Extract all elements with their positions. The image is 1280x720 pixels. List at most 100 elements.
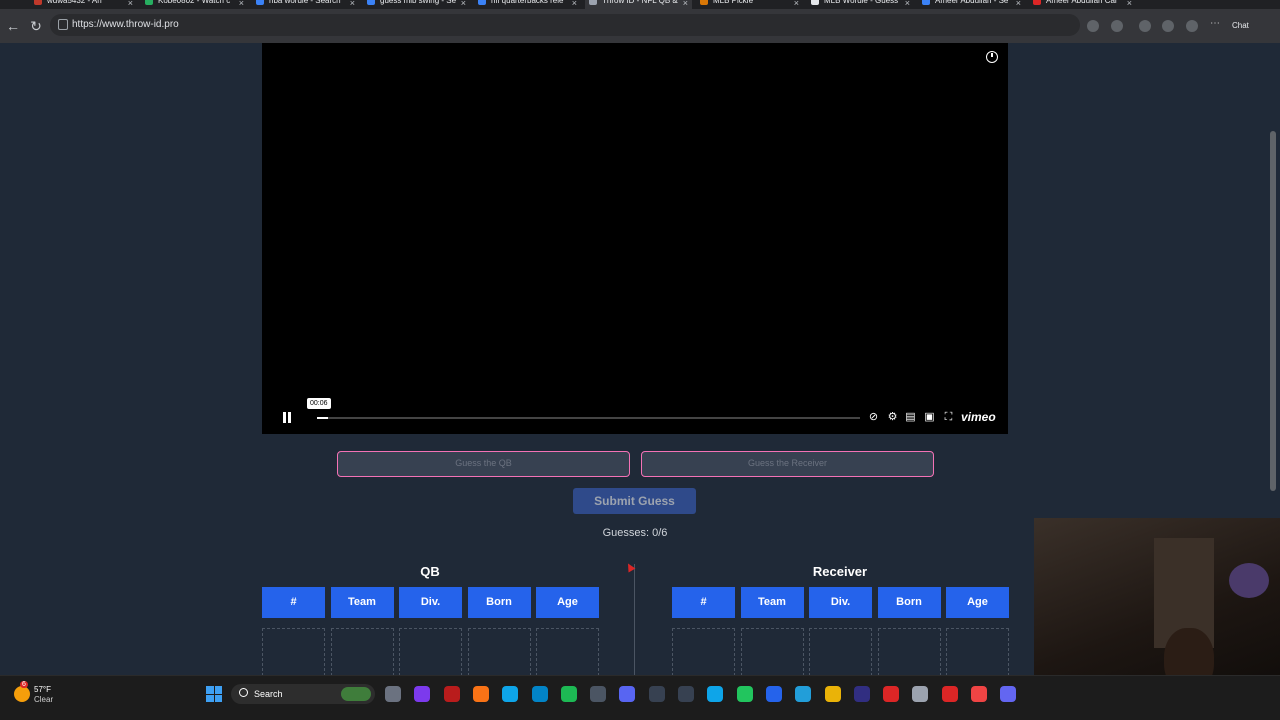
receiver-empty-cell (740, 628, 804, 676)
tab-close-icon[interactable]: × (794, 0, 799, 8)
menu-app-icon[interactable] (590, 686, 607, 702)
tab-favicon-icon (811, 0, 819, 5)
taskbar-search[interactable]: Search (231, 684, 375, 704)
browser-toolbar: ← ↻ https://www.throw-id.pro ⋯ Chat (0, 9, 1280, 43)
browser-tab[interactable]: MLB Wordle - Guess × (807, 0, 914, 9)
browser-tab[interactable]: MLB Pickle × (696, 0, 803, 9)
cast-icon[interactable]: ▤ (905, 412, 916, 423)
weather-condition[interactable]: Clear (34, 695, 53, 704)
tab-favicon-icon (1033, 0, 1041, 5)
qb-column-header: Div. (399, 587, 462, 618)
extension-icon[interactable] (1087, 20, 1099, 32)
tab-label: Kobe0802 - Watch c (158, 0, 231, 5)
steam-icon[interactable] (912, 686, 929, 702)
browser-tab[interactable]: nba wordle - Search × (252, 0, 359, 9)
receiver-column-header: # (672, 587, 735, 618)
store-icon[interactable] (765, 686, 782, 702)
tab-close-icon[interactable]: × (905, 0, 910, 8)
taskbar: 6 57°F Clear Search (0, 675, 1280, 720)
youtube-icon[interactable] (971, 686, 987, 702)
news-icon[interactable] (443, 686, 460, 702)
pause-icon[interactable] (282, 412, 292, 423)
video-player[interactable]: 00:06 ⊘ ⚙ ▤ ▣ ⛶ vimeo (262, 43, 1008, 434)
qb-guess-input[interactable]: Guess the QB (337, 451, 630, 477)
qb-column-header: Age (536, 587, 599, 618)
more-menu-icon[interactable]: ⋯ (1210, 19, 1222, 32)
browser-tab[interactable]: Ameer Abdullah Car × (1029, 0, 1136, 9)
folder-icon[interactable] (824, 686, 841, 702)
browser-tab[interactable]: guess mlb swing - Se × (363, 0, 470, 9)
tab-label: MLB Wordle - Guess (824, 0, 899, 5)
browser-tab[interactable]: Throw ID - NFL QB & × (585, 0, 692, 9)
weather-badge: 6 (20, 681, 28, 688)
browser-tab[interactable]: Kobe0802 - Watch c × (141, 0, 248, 9)
refresh-extension-icon[interactable] (1111, 20, 1123, 32)
settings-icon[interactable]: ⚙ (887, 412, 898, 423)
tab-label: MLB Pickle (713, 0, 754, 5)
tab-label: Throw ID - NFL QB & (602, 0, 678, 5)
teams-icon[interactable] (1000, 686, 1017, 702)
tab-close-icon[interactable]: × (461, 0, 466, 8)
obs-icon[interactable] (883, 686, 900, 702)
reload-icon[interactable]: ↻ (27, 17, 45, 35)
address-bar[interactable]: https://www.throw-id.pro (50, 14, 1080, 36)
receiver-guess-input[interactable]: Guess the Receiver (641, 451, 934, 477)
tab-close-icon[interactable]: × (1127, 0, 1132, 8)
windows-start-icon[interactable] (206, 686, 222, 702)
copilot-icon[interactable] (414, 686, 431, 702)
guesses-counter: Guesses: 0/6 (602, 527, 668, 539)
favorites-icon[interactable] (1162, 20, 1174, 32)
opera-icon[interactable] (941, 686, 958, 702)
browser-tab[interactable]: Ameer Abdullah - Se × (918, 0, 1025, 9)
watch-later-icon[interactable] (986, 51, 998, 63)
tab-favicon-icon (34, 0, 42, 5)
progress-bar[interactable] (317, 417, 860, 419)
qb-empty-cell (330, 628, 394, 676)
split-screen-icon[interactable] (1139, 20, 1151, 32)
chat-button[interactable]: Chat (1232, 21, 1249, 30)
discord-icon[interactable] (619, 686, 636, 702)
photos-icon[interactable] (531, 686, 548, 702)
tab-label: guess mlb swing - Se (380, 0, 457, 5)
spotify-icon[interactable] (560, 686, 577, 702)
profile-icon[interactable] (1186, 20, 1198, 32)
tab-label: Ameer Abdullah - Se (935, 0, 1009, 5)
table-divider (634, 564, 635, 676)
threads-icon[interactable] (678, 686, 694, 702)
tab-close-icon[interactable]: × (239, 0, 244, 8)
back-icon[interactable]: ← (4, 17, 22, 35)
tab-close-icon[interactable]: × (350, 0, 355, 8)
qb-empty-cell (262, 628, 325, 676)
vimeo-logo[interactable]: vimeo (961, 410, 996, 424)
qb-column-header: Born (467, 587, 531, 618)
receiver-column-header: Age (946, 587, 1009, 618)
weather-temperature[interactable]: 57°F (34, 685, 51, 694)
picture-in-picture-icon[interactable]: ▣ (924, 412, 935, 423)
tab-favicon-icon (589, 0, 597, 5)
tab-label: Ameer Abdullah Car (1046, 0, 1118, 5)
tab-close-icon[interactable]: × (683, 0, 688, 8)
brave-icon[interactable] (472, 686, 489, 702)
weather-icon[interactable] (14, 686, 30, 702)
qb-table-title: QB (420, 564, 440, 579)
receiver-column-header: Div. (809, 587, 872, 618)
chatgpt-icon[interactable] (648, 686, 665, 702)
time-tooltip: 00:06 (307, 398, 331, 409)
captions-off-icon[interactable]: ⊘ (868, 412, 879, 423)
fullscreen-icon[interactable]: ⛶ (943, 412, 954, 423)
tab-close-icon[interactable]: × (128, 0, 133, 8)
edge-icon[interactable] (707, 686, 724, 702)
telegram-icon[interactable] (795, 686, 812, 702)
submit-guess-button[interactable]: Submit Guess (573, 488, 696, 514)
tab-close-icon[interactable]: × (1016, 0, 1021, 8)
scrollbar-thumb[interactable] (1270, 131, 1276, 491)
tab-close-icon[interactable]: × (572, 0, 577, 8)
c-app-icon[interactable] (502, 686, 519, 702)
browser-tab[interactable]: wdwa5432 - An × (30, 0, 137, 9)
browser-tab[interactable]: nfl quarterbacks rele × (474, 0, 581, 9)
file-explorer-icon[interactable] (385, 686, 401, 702)
media-player-icon[interactable] (853, 686, 870, 702)
tab-favicon-icon (145, 0, 153, 5)
chrome-icon[interactable] (736, 686, 753, 702)
receiver-column-header: Born (877, 587, 941, 618)
